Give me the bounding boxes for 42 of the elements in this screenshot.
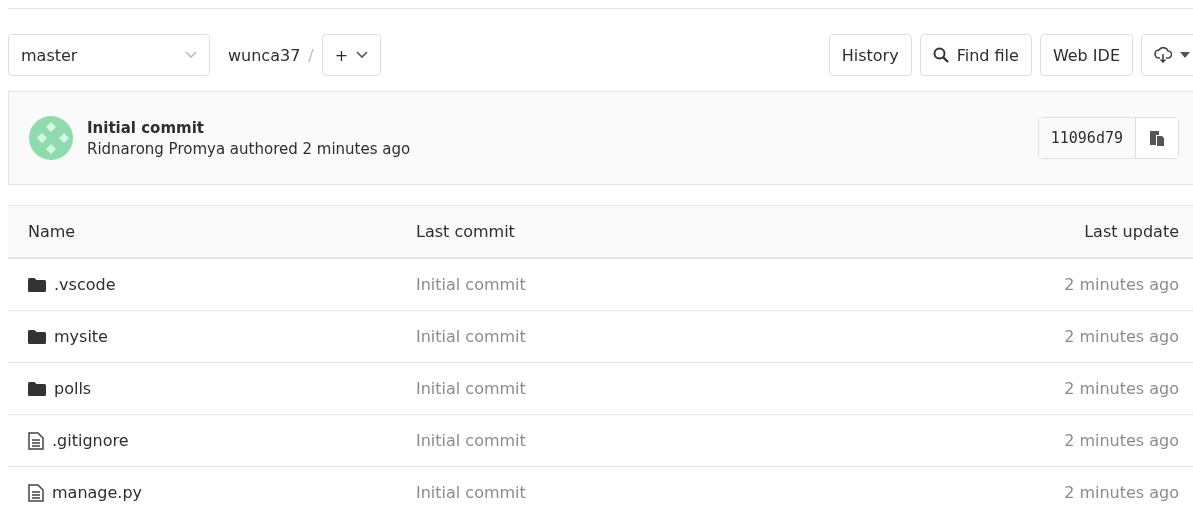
folder-icon bbox=[28, 329, 46, 344]
last-update-time: 2 minutes ago bbox=[1063, 275, 1179, 294]
cloud-download-icon bbox=[1154, 47, 1172, 63]
add-dropdown-button[interactable]: + bbox=[321, 34, 382, 76]
file-name[interactable]: .vscode bbox=[54, 275, 116, 294]
avatar-icon bbox=[29, 116, 73, 160]
search-icon bbox=[932, 47, 949, 63]
toolbar-button[interactable]: Web IDE bbox=[1039, 34, 1133, 76]
file-link[interactable]: .gitignore bbox=[28, 431, 416, 450]
column-header: Last commit bbox=[416, 222, 516, 241]
commit-sha[interactable]: 11096d79 bbox=[1038, 118, 1136, 158]
caret-icon bbox=[1180, 52, 1190, 58]
path-breadcrumb[interactable]: wunca37 bbox=[228, 45, 301, 65]
find-file-button[interactable]: Find file bbox=[919, 34, 1032, 76]
file-icon bbox=[28, 431, 44, 450]
clipboard-icon bbox=[1149, 129, 1165, 147]
file-link[interactable]: manage.py bbox=[28, 483, 416, 502]
folder-icon bbox=[28, 277, 46, 292]
folder-icon bbox=[28, 381, 46, 396]
download-button[interactable] bbox=[1141, 34, 1193, 76]
file-link[interactable]: mysite bbox=[28, 327, 416, 346]
commit-title[interactable]: Initial commit bbox=[87, 118, 1038, 137]
chevron-down-icon bbox=[356, 51, 369, 59]
commit-author-line: Ridnarong Promya authored 2 minutes ago bbox=[87, 139, 412, 158]
toolbar-button[interactable]: History bbox=[828, 34, 912, 76]
file-name[interactable]: .gitignore bbox=[52, 431, 129, 450]
file-name[interactable]: manage.py bbox=[52, 483, 143, 502]
column-header: Last update bbox=[1083, 222, 1179, 241]
file-name[interactable]: mysite bbox=[54, 327, 108, 346]
path-separator: / bbox=[308, 45, 314, 65]
copy-button[interactable] bbox=[1136, 118, 1178, 158]
file-icon bbox=[28, 483, 44, 502]
file-link[interactable]: polls bbox=[28, 379, 416, 398]
chevron-down-icon bbox=[185, 51, 197, 59]
last-update-time: 2 minutes ago bbox=[1063, 379, 1179, 398]
last-update-time: 2 minutes ago bbox=[1063, 327, 1179, 346]
last-update-time: 2 minutes ago bbox=[1063, 431, 1179, 450]
branch-dropdown[interactable]: master bbox=[8, 34, 210, 76]
column-header: Name bbox=[28, 222, 77, 241]
last-update-time: 2 minutes ago bbox=[1063, 483, 1179, 502]
file-name[interactable]: polls bbox=[54, 379, 92, 398]
file-link[interactable]: .vscode bbox=[28, 275, 416, 294]
